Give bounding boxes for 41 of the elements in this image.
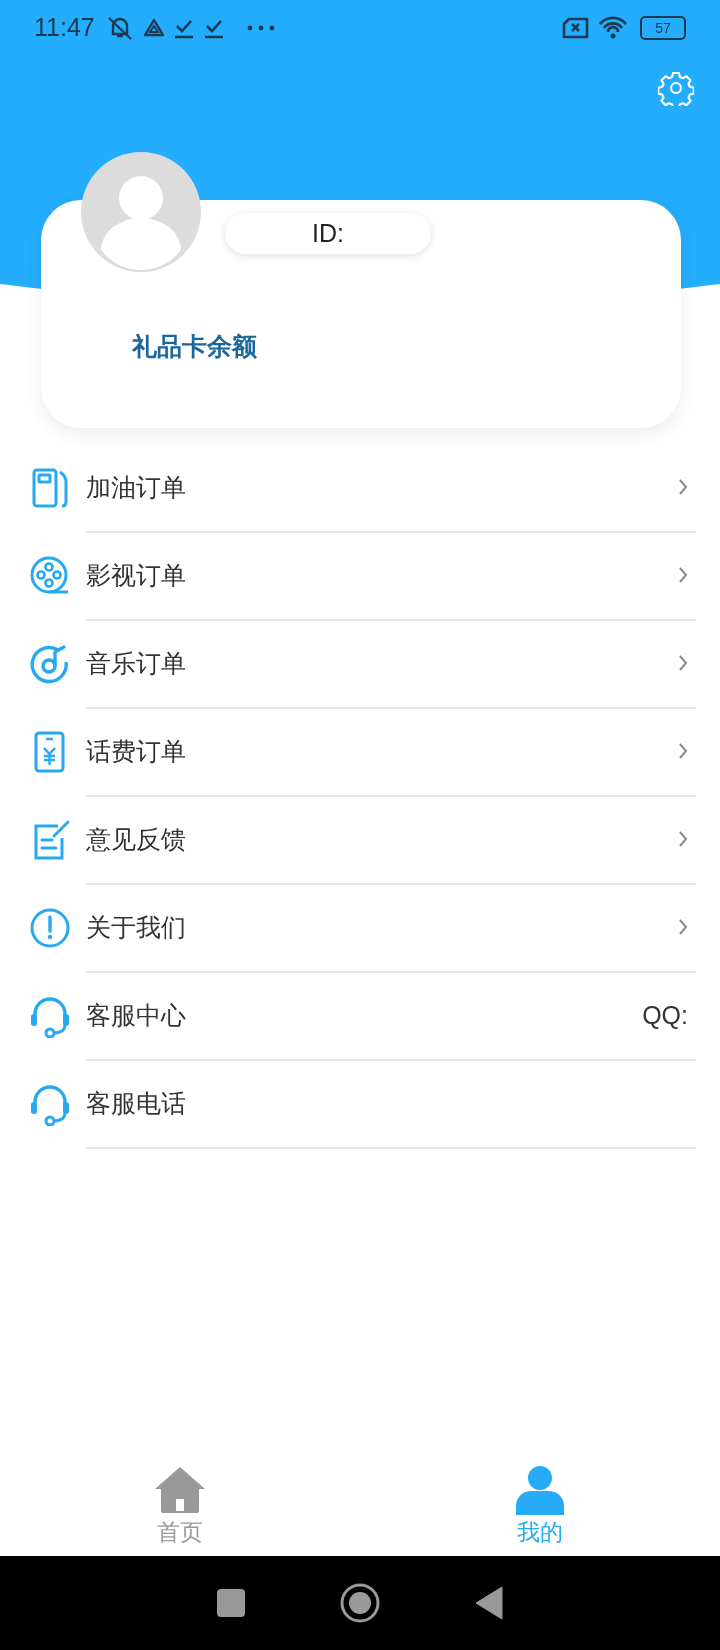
settings-icon[interactable] — [658, 70, 694, 106]
chevron-icon[interactable] — [678, 566, 688, 584]
avatar-icon[interactable] — [81, 152, 201, 272]
recents-button[interactable] — [217, 1589, 246, 1617]
chevron-icon[interactable] — [678, 742, 688, 760]
home-button[interactable] — [340, 1583, 380, 1623]
person-icon — [515, 1465, 565, 1515]
user-id: ID: — [225, 213, 431, 254]
menu-row[interactable]: 加油订单 — [86, 443, 696, 533]
menu-row[interactable]: 客服中心 QQ: — [86, 971, 696, 1061]
back-button[interactable] — [474, 1586, 503, 1620]
info-icon — [28, 906, 72, 950]
menu-item[interactable]: 影视订单 — [86, 558, 668, 592]
chevron-icon[interactable] — [678, 478, 688, 496]
more-icon — [246, 23, 275, 32]
gift-card-balance-label: 礼品卡余额 — [132, 331, 257, 362]
headset-icon — [28, 1082, 72, 1126]
qq-label: QQ: — [642, 1000, 688, 1030]
no-sim-icon — [562, 16, 590, 39]
chevron-icon[interactable] — [678, 830, 688, 848]
menu-item[interactable]: 客服中心 — [86, 998, 633, 1032]
headset-icon — [28, 994, 72, 1038]
menu-row[interactable]: 客服电话 — [86, 1059, 696, 1149]
menu-item[interactable]: 客服电话 — [86, 1086, 688, 1120]
battery-level: 57 — [655, 20, 671, 35]
menu-item[interactable]: 话费订单 — [86, 734, 668, 768]
wifi-icon — [598, 15, 628, 40]
menu-row[interactable]: 音乐订单 — [86, 619, 696, 709]
chevron-icon[interactable] — [678, 654, 688, 672]
menu-row[interactable]: 意见反馈 — [86, 795, 696, 885]
home-icon — [153, 1465, 207, 1515]
menu-row[interactable]: 话费订单 — [86, 707, 696, 797]
menu-item[interactable]: 音乐订单 — [86, 646, 668, 680]
chevron-icon[interactable] — [678, 918, 688, 936]
triangle-icon — [142, 16, 165, 39]
menu-item[interactable]: 加油订单 — [86, 470, 668, 504]
menu-row[interactable]: 关于我们 — [86, 883, 696, 973]
menu-item[interactable]: 意见反馈 — [86, 822, 668, 856]
menu-item[interactable]: 关于我们 — [86, 910, 668, 944]
menu-row[interactable]: 影视订单 — [86, 531, 696, 621]
status-time: 11:47 — [34, 13, 95, 42]
